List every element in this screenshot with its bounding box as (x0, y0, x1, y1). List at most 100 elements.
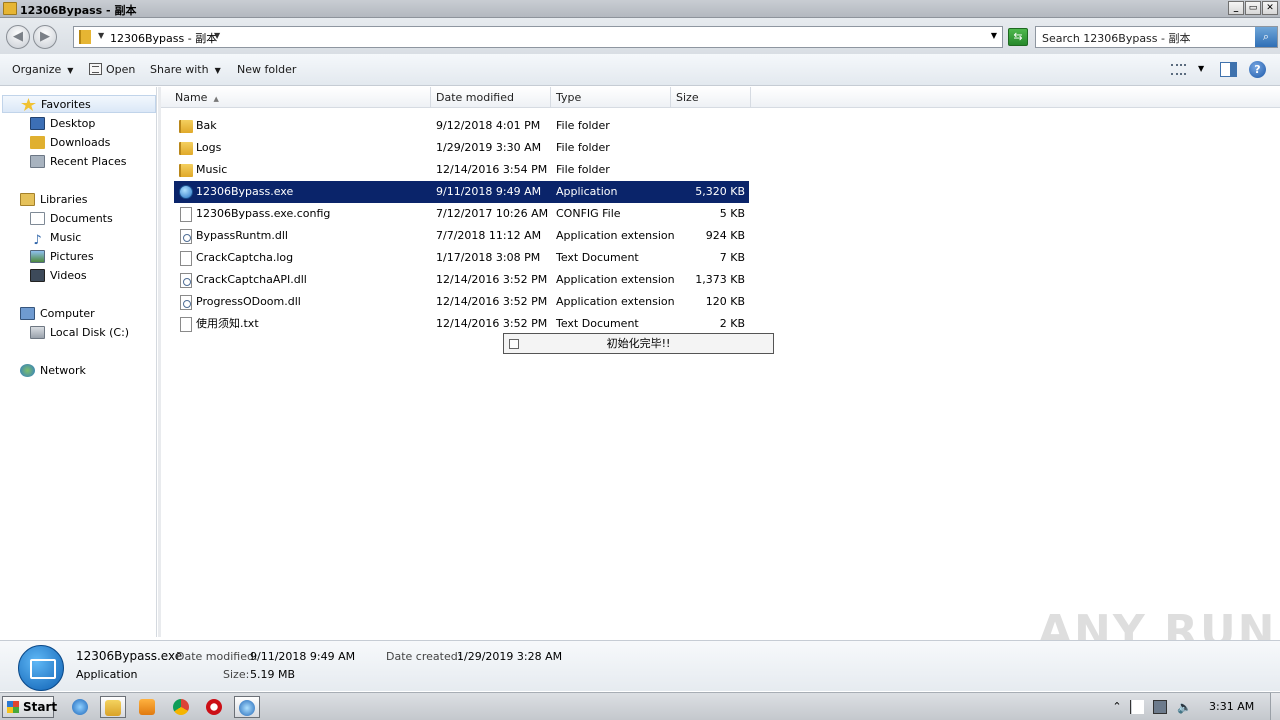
folder-icon (79, 30, 91, 44)
show-desktop-button[interactable] (1270, 693, 1280, 720)
forward-button[interactable]: ▶ (33, 25, 57, 49)
new-folder-button[interactable]: New folder (237, 63, 296, 76)
file-row[interactable]: 使用须知.txt 12/14/2016 3:52 PM Text Documen… (174, 313, 749, 335)
view-options-dropdown-icon[interactable]: ▼ (1198, 64, 1204, 73)
file-type: File folder (556, 119, 610, 132)
file-row[interactable]: CrackCaptchaAPI.dll 12/14/2016 3:52 PM A… (174, 269, 749, 291)
new-folder-label: New folder (237, 63, 297, 76)
minimize-button[interactable]: _ (1228, 1, 1244, 15)
change-view-icon[interactable] (1171, 64, 1186, 75)
column-header-size[interactable]: Size (671, 87, 751, 108)
file-name: ProgressODoom.dll (196, 295, 301, 308)
file-row[interactable]: BypassRuntm.dll 7/7/2018 11:12 AM Applic… (174, 225, 749, 247)
file-size: 7 KB (719, 251, 745, 264)
file-name: Logs (196, 141, 222, 154)
nav-computer[interactable]: Computer (20, 305, 95, 323)
breadcrumb-dropdown-icon[interactable]: ▼ (214, 31, 220, 40)
app-icon (18, 645, 64, 691)
action-center-flag-icon[interactable] (1130, 700, 1144, 714)
nav-videos[interactable]: Videos (30, 267, 87, 285)
hard-drive-icon (30, 326, 45, 339)
restore-button[interactable]: ▭ (1245, 1, 1261, 15)
network-tray-icon[interactable] (1153, 700, 1167, 714)
file-type: Application (556, 185, 618, 198)
tray-expand-icon[interactable]: ⌃ (1110, 700, 1124, 714)
dll-icon (180, 273, 192, 288)
network-icon (20, 364, 35, 377)
address-bar[interactable]: ▼ 12306Bypass - 副本 ▼ ▼ (73, 26, 1003, 48)
column-header-name[interactable]: Name ▲ (170, 87, 431, 108)
refresh-button[interactable]: ⇆ (1008, 28, 1028, 46)
taskbar-media-player[interactable] (134, 696, 160, 718)
file-type: CONFIG File (556, 207, 621, 220)
nav-downloads[interactable]: Downloads (30, 134, 110, 152)
nav-favorites[interactable]: Favorites (2, 95, 156, 113)
share-with-button[interactable]: Share with ▼ (150, 63, 221, 76)
status-popup[interactable]: 初始化完毕!! (503, 333, 774, 354)
details-date-created-label: Date created: (386, 650, 462, 663)
file-row[interactable]: ProgressODoom.dll 12/14/2016 3:52 PM App… (174, 291, 749, 313)
file-row[interactable]: CrackCaptcha.log 1/17/2018 3:08 PM Text … (174, 247, 749, 269)
file-name: CrackCaptchaAPI.dll (196, 273, 307, 286)
breadcrumb-arrow-icon[interactable]: ▼ (98, 31, 104, 40)
file-date: 9/11/2018 9:49 AM (436, 185, 542, 198)
search-input[interactable]: Search 12306Bypass - 副本 ⌕ (1035, 26, 1278, 48)
close-button[interactable]: ✕ (1262, 1, 1278, 15)
nav-desktop[interactable]: Desktop (30, 115, 95, 133)
organize-button[interactable]: Organize ▼ (12, 63, 73, 76)
nav-label: Libraries (40, 193, 88, 206)
file-row-selected[interactable]: 12306Bypass.exe 9/11/2018 9:49 AM Applic… (174, 181, 749, 203)
column-header-date-modified[interactable]: Date modified (431, 87, 551, 108)
breadcrumb-path[interactable]: 12306Bypass - 副本 (110, 30, 217, 46)
documents-icon (30, 212, 45, 225)
taskbar: Start ⌃ 🔈 3:31 AM (0, 692, 1280, 720)
nav-music[interactable]: ♪ Music (30, 229, 81, 247)
file-row[interactable]: Logs 1/29/2019 3:30 AM File folder (174, 137, 749, 159)
nav-documents[interactable]: Documents (30, 210, 113, 228)
details-date-modified-label: Date modified: (176, 650, 258, 663)
file-row[interactable]: Music 12/14/2016 3:54 PM File folder (174, 159, 749, 181)
details-pane: 12306Bypass.exe Date modified: 9/11/2018… (0, 640, 1280, 691)
file-name: BypassRuntm.dll (196, 229, 288, 242)
file-icon (180, 207, 192, 222)
pictures-icon (30, 250, 45, 263)
address-history-dropdown-icon[interactable]: ▼ (991, 31, 997, 40)
taskbar-12306bypass[interactable] (234, 696, 260, 718)
share-with-label: Share with (150, 63, 209, 76)
details-size-label: Size: (223, 668, 250, 681)
file-date: 12/14/2016 3:54 PM (436, 163, 548, 176)
file-name: 12306Bypass.exe.config (196, 207, 331, 220)
clock[interactable]: 3:31 AM (1209, 700, 1254, 713)
dll-icon (180, 229, 192, 244)
file-type: Application extension (556, 229, 675, 242)
nav-pictures[interactable]: Pictures (30, 248, 94, 266)
preview-pane-icon[interactable] (1220, 62, 1237, 77)
taskbar-chrome[interactable] (168, 696, 194, 718)
details-file-type: Application (76, 668, 138, 681)
file-name: 12306Bypass.exe (196, 185, 294, 198)
search-icon[interactable]: ⌕ (1255, 27, 1277, 47)
file-date: 1/17/2018 3:08 PM (436, 251, 541, 264)
app-icon (239, 700, 255, 716)
back-button[interactable]: ◀ (6, 25, 30, 49)
nav-label: Videos (50, 269, 87, 282)
nav-local-disk[interactable]: Local Disk (C:) (30, 324, 129, 342)
file-row[interactable]: 12306Bypass.exe.config 7/12/2017 10:26 A… (174, 203, 749, 225)
file-list: Name ▲ Date modified Type Size Bak 9/12/2… (161, 87, 1280, 637)
help-icon[interactable]: ? (1249, 61, 1266, 78)
file-type: Text Document (556, 317, 639, 330)
checkbox-icon[interactable] (509, 339, 519, 349)
nav-network[interactable]: Network (20, 362, 86, 380)
volume-icon[interactable]: 🔈 (1177, 700, 1192, 714)
nav-label: Pictures (50, 250, 94, 263)
nav-libraries[interactable]: Libraries (20, 191, 88, 209)
column-header-type[interactable]: Type (551, 87, 671, 108)
open-button[interactable]: Open (89, 63, 135, 76)
taskbar-opera[interactable] (201, 696, 227, 718)
taskbar-ie[interactable] (67, 696, 93, 718)
file-row[interactable]: Bak 9/12/2018 4:01 PM File folder (174, 115, 749, 137)
nav-label: Local Disk (C:) (50, 326, 130, 339)
start-button[interactable]: Start (2, 696, 57, 718)
taskbar-explorer[interactable] (100, 696, 126, 718)
nav-recent-places[interactable]: Recent Places (30, 153, 127, 171)
